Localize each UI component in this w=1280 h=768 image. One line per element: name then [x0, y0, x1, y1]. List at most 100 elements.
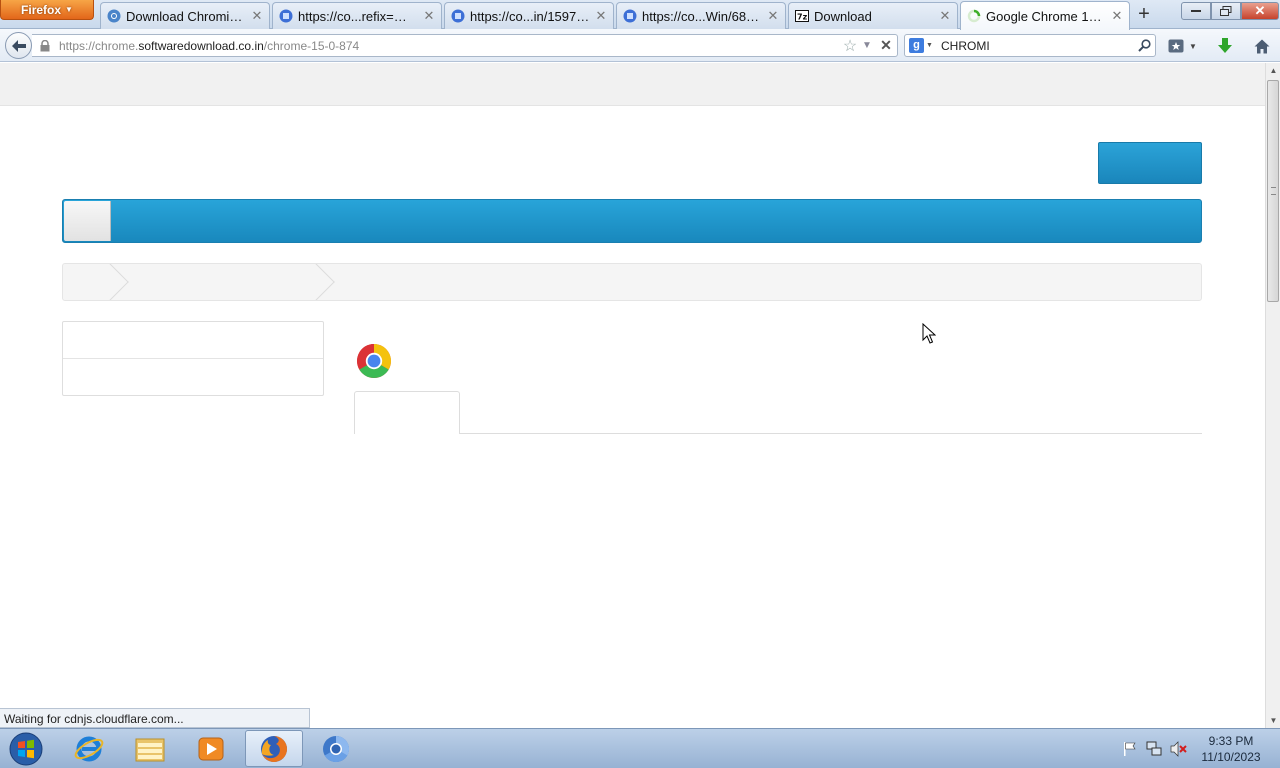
home-button[interactable]: [1250, 35, 1274, 57]
chromium-icon: [451, 9, 465, 23]
clock-time: 9:33 PM: [1208, 734, 1254, 748]
7zip-icon: 7z: [795, 9, 809, 23]
loading-icon: [967, 9, 981, 23]
site-navbar: [62, 199, 1202, 243]
firefox-menu-label: Firefox: [21, 2, 62, 17]
file-explorer-icon: [135, 738, 165, 761]
back-arrow-icon: [11, 39, 26, 52]
chevron-down-icon: ▼: [1189, 41, 1197, 51]
firefox-icon: [261, 735, 287, 762]
window-close-button[interactable]: ✕: [1241, 2, 1279, 20]
tab-title: Download: [814, 8, 872, 24]
navigation-toolbar: https://chrome.softwaredownload.co.in/ch…: [0, 29, 1280, 62]
taskbar-file-explorer[interactable]: [121, 730, 179, 767]
url-prefix: https://chrome.: [59, 38, 139, 53]
downloads-button[interactable]: [1214, 35, 1236, 57]
tab-strip: Firefox ▼ Download Chromium ✕ https://co…: [0, 0, 1280, 30]
tab-google-chrome-15[interactable]: Google Chrome 15 do... ✕: [960, 1, 1130, 30]
site-header-button[interactable]: [1098, 142, 1202, 184]
close-icon[interactable]: ✕: [939, 9, 951, 22]
tab-title: Download Chromium: [126, 8, 246, 24]
close-icon[interactable]: ✕: [251, 9, 263, 22]
close-icon[interactable]: ✕: [423, 9, 435, 22]
system-clock[interactable]: 9:33 PM 11/10/2023: [1196, 733, 1266, 765]
chevron-down-icon: ▼: [926, 42, 933, 49]
internet-explorer-icon: [74, 736, 104, 761]
windows-start-icon: [9, 732, 43, 766]
tab-download-chromium[interactable]: Download Chromium ✕: [100, 2, 270, 29]
close-icon[interactable]: ✕: [767, 9, 779, 22]
taskbar-internet-explorer[interactable]: [60, 730, 118, 767]
taskbar-firefox[interactable]: [245, 730, 303, 767]
network-icon[interactable]: [1146, 741, 1162, 757]
sidebar-panel: [62, 321, 324, 396]
google-icon: g: [909, 38, 924, 53]
tab-chromium-159733[interactable]: https://co...in/159733/ ✕: [444, 2, 614, 29]
bookmarks-menu-button[interactable]: ▼: [1168, 36, 1204, 56]
mouse-cursor-icon: [922, 322, 937, 345]
status-text: Waiting for cdnjs.cloudflare.com...: [0, 708, 310, 728]
breadcrumb-separator: [89, 264, 129, 300]
tab-chromium-68283[interactable]: https://co...Win/68283/ ✕: [616, 2, 786, 29]
tab-title: https://co...refix=Win/: [298, 8, 418, 24]
chromium-icon: [279, 9, 293, 23]
tab-chromium-refix[interactable]: https://co...refix=Win/ ✕: [272, 2, 442, 29]
site-header-bar: [0, 63, 1265, 106]
download-arrow-icon: [1218, 38, 1232, 53]
tab-title: https://co...in/159733/: [470, 8, 590, 24]
chromium-icon: [107, 9, 121, 23]
start-button[interactable]: [6, 730, 46, 768]
tab-download-7zip[interactable]: 7z Download ✕: [788, 2, 958, 29]
sidebar-row[interactable]: [63, 359, 323, 396]
breadcrumb-separator: [295, 264, 335, 300]
tab-title: Google Chrome 15 do...: [986, 8, 1106, 24]
url-text[interactable]: https://chrome.softwaredownload.co.in/ch…: [59, 39, 841, 53]
url-domain: softwaredownload.co.in: [138, 38, 264, 53]
back-button[interactable]: [5, 32, 32, 59]
media-player-icon: [198, 737, 224, 760]
new-tab-button[interactable]: +: [1132, 4, 1156, 26]
sidebar-row[interactable]: [63, 322, 323, 359]
minimize-button[interactable]: [1181, 2, 1211, 20]
taskbar-media-player[interactable]: [182, 730, 240, 767]
clock-date: 11/10/2023: [1201, 750, 1261, 764]
site-nav-home-button[interactable]: [64, 201, 111, 241]
svg-text:7z: 7z: [797, 13, 808, 22]
scroll-down-arrow-icon[interactable]: ▼: [1266, 713, 1280, 728]
restore-button[interactable]: [1211, 2, 1241, 20]
page-viewport: [0, 63, 1265, 728]
close-icon: ✕: [1254, 3, 1266, 18]
home-icon: [1254, 39, 1270, 53]
content-tabs-divider: [354, 433, 1202, 434]
taskbar-chromium[interactable]: [307, 730, 365, 767]
taskbar: 9:33 PM 11/10/2023: [0, 728, 1280, 768]
action-center-flag-icon[interactable]: [1122, 741, 1138, 757]
url-bar[interactable]: https://chrome.softwaredownload.co.in/ch…: [32, 34, 898, 57]
scroll-up-arrow-icon[interactable]: ▲: [1266, 63, 1280, 78]
close-icon[interactable]: ✕: [1111, 9, 1123, 22]
firefox-menu-button[interactable]: Firefox ▼: [0, 0, 94, 20]
breadcrumb: [62, 263, 1202, 301]
lock-icon[interactable]: [40, 39, 54, 52]
tab-title: https://co...Win/68283/: [642, 8, 762, 24]
restore-icon: [1220, 6, 1232, 16]
bookmarks-icon: [1168, 39, 1184, 53]
url-path: /chrome-15-0-874: [263, 38, 360, 53]
stop-icon[interactable]: ✕: [875, 37, 897, 54]
history-dropdown-icon[interactable]: ▼: [859, 40, 875, 51]
close-icon[interactable]: ✕: [595, 9, 607, 22]
chrome-logo-icon: [356, 343, 392, 379]
chromium-icon: [623, 9, 637, 23]
chromium-icon: [323, 735, 350, 762]
chevron-down-icon: ▼: [65, 5, 73, 14]
search-input[interactable]: CHROMI: [935, 39, 1133, 53]
bookmark-star-icon[interactable]: ☆: [841, 36, 859, 56]
volume-muted-icon[interactable]: [1170, 741, 1188, 757]
search-icon[interactable]: [1133, 39, 1155, 52]
search-bar[interactable]: g ▼ CHROMI: [904, 34, 1156, 57]
minimize-icon: [1191, 10, 1201, 12]
search-engine-selector[interactable]: g ▼: [905, 38, 935, 53]
content-tab-active[interactable]: [354, 391, 460, 434]
scrollbar-thumb[interactable]: [1267, 80, 1279, 302]
vertical-scrollbar[interactable]: ▲ ▼: [1265, 63, 1280, 728]
